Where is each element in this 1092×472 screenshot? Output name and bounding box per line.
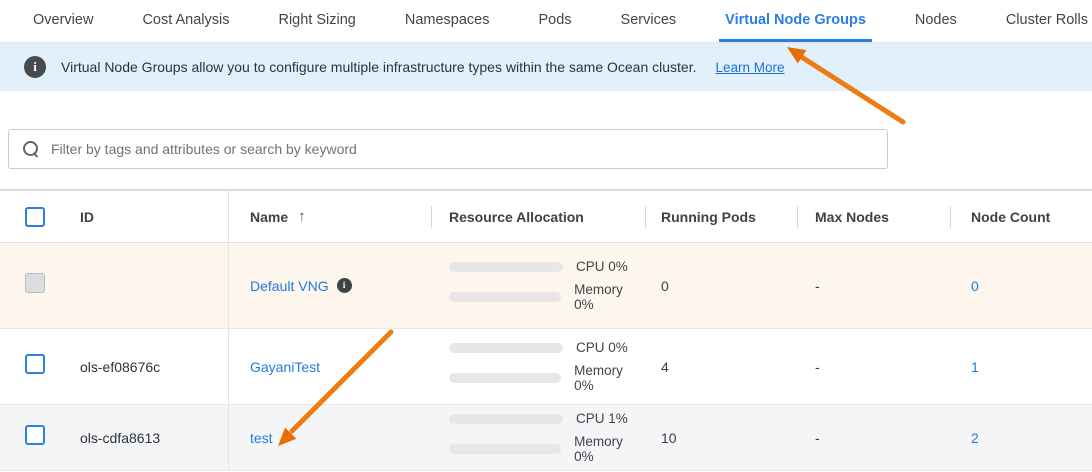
column-header-name-label: Name xyxy=(250,209,288,225)
search-icon xyxy=(23,141,40,158)
tab-namespaces[interactable]: Namespaces xyxy=(399,0,496,42)
tab-cluster-rolls[interactable]: Cluster Rolls xyxy=(1000,0,1092,42)
cpu-bar xyxy=(449,262,563,272)
row-checkbox[interactable] xyxy=(25,273,45,293)
memory-bar xyxy=(449,292,561,302)
column-header-name[interactable]: Name ↑ xyxy=(228,191,431,242)
tab-right-sizing[interactable]: Right Sizing xyxy=(272,0,361,42)
running-pods-value: 0 xyxy=(645,278,797,294)
cpu-label: CPU 0% xyxy=(576,340,628,355)
select-all-checkbox[interactable] xyxy=(25,207,45,227)
cluster-tab-bar: Overview Cost Analysis Right Sizing Name… xyxy=(0,0,1092,43)
vng-info-icon[interactable]: i xyxy=(337,278,352,293)
info-icon: i xyxy=(24,56,46,78)
sort-asc-icon[interactable]: ↑ xyxy=(298,208,306,225)
tab-overview[interactable]: Overview xyxy=(27,0,99,42)
tab-pods[interactable]: Pods xyxy=(532,0,577,42)
node-count-link[interactable]: 0 xyxy=(950,278,1092,294)
cpu-label: CPU 0% xyxy=(576,259,628,274)
learn-more-link[interactable]: Learn More xyxy=(716,60,785,75)
row-checkbox[interactable] xyxy=(25,425,45,445)
column-header-max-nodes[interactable]: Max Nodes xyxy=(797,191,950,242)
column-header-node-count[interactable]: Node Count xyxy=(950,191,1092,242)
info-banner: i Virtual Node Groups allow you to confi… xyxy=(0,43,1092,91)
max-nodes-value: - xyxy=(797,278,950,294)
cpu-label: CPU 1% xyxy=(576,411,628,426)
vng-name-link[interactable]: GayaniTest xyxy=(250,359,320,375)
search-input[interactable] xyxy=(51,141,887,157)
max-nodes-value: - xyxy=(797,359,950,375)
memory-label: Memory 0% xyxy=(574,363,645,393)
memory-label: Memory 0% xyxy=(574,282,645,312)
column-header-running-pods[interactable]: Running Pods xyxy=(645,191,797,242)
tab-services[interactable]: Services xyxy=(615,0,683,42)
banner-text: Virtual Node Groups allow you to configu… xyxy=(61,59,697,75)
row-id: ols-cdfa8613 xyxy=(70,430,228,446)
row-checkbox[interactable] xyxy=(25,354,45,374)
filter-search-box xyxy=(8,129,888,169)
table-row: ols-cdfa8613 test CPU 1% Memory 0% 10 - … xyxy=(0,405,1092,471)
memory-bar xyxy=(449,444,561,454)
tab-cost-analysis[interactable]: Cost Analysis xyxy=(136,0,235,42)
table-header-row: ID Name ↑ Resource Allocation Running Po… xyxy=(0,191,1092,243)
virtual-node-groups-page: Overview Cost Analysis Right Sizing Name… xyxy=(0,0,1092,472)
table-row: Default VNG i CPU 0% Memory 0% 0 - 0 xyxy=(0,243,1092,329)
running-pods-value: 4 xyxy=(645,359,797,375)
resource-allocation: CPU 0% Memory 0% xyxy=(431,259,645,312)
tab-nodes[interactable]: Nodes xyxy=(909,0,963,42)
tab-virtual-node-groups[interactable]: Virtual Node Groups xyxy=(719,0,872,42)
table-row: ols-ef08676c GayaniTest CPU 0% Memory 0%… xyxy=(0,329,1092,405)
row-id: ols-ef08676c xyxy=(70,359,228,375)
max-nodes-value: - xyxy=(797,430,950,446)
running-pods-value: 10 xyxy=(645,430,797,446)
node-count-link[interactable]: 1 xyxy=(950,359,1092,375)
resource-allocation: CPU 0% Memory 0% xyxy=(431,340,645,393)
vng-table: ID Name ↑ Resource Allocation Running Po… xyxy=(0,189,1092,471)
vng-name-link[interactable]: Default VNG xyxy=(250,278,329,294)
memory-bar xyxy=(449,373,561,383)
resource-allocation: CPU 1% Memory 0% xyxy=(431,411,645,464)
cpu-bar xyxy=(449,414,563,424)
memory-label: Memory 0% xyxy=(574,434,645,464)
cpu-bar xyxy=(449,343,563,353)
vng-name-link[interactable]: test xyxy=(250,430,273,446)
column-header-id[interactable]: ID xyxy=(70,191,228,242)
node-count-link[interactable]: 2 xyxy=(950,430,1092,446)
column-header-resource-allocation[interactable]: Resource Allocation xyxy=(431,191,645,242)
